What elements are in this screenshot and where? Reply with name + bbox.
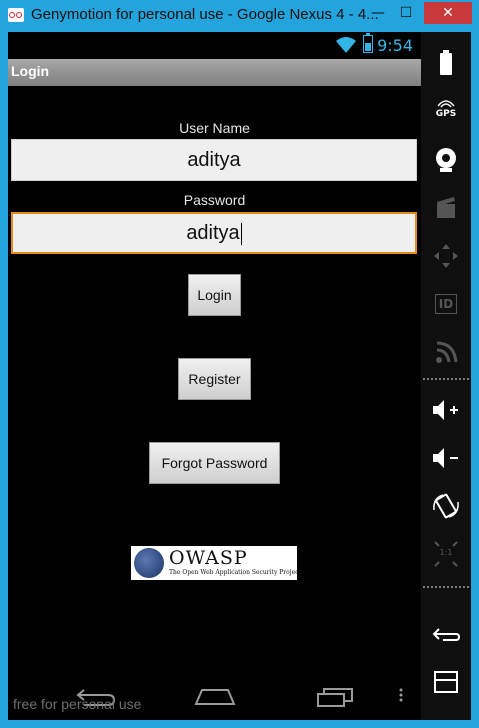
username-label: User Name	[179, 120, 250, 136]
owasp-emblem-icon	[134, 548, 164, 578]
device-id-widget[interactable]: ID	[421, 284, 471, 324]
camera-clapper-icon[interactable]	[421, 188, 471, 228]
register-button[interactable]: Register	[178, 358, 251, 400]
device-screen: 9:54 Login User Name aditya Password adi…	[8, 32, 421, 720]
owasp-logo-name: OWASP	[169, 547, 248, 569]
battery-icon	[363, 33, 373, 53]
sidebar-divider-2	[423, 586, 469, 588]
pixel-ratio-widget[interactable]: 1:1	[421, 534, 471, 574]
password-field[interactable]: aditya	[11, 212, 417, 254]
owasp-logo-tagline: The Open Web Application Security Projec…	[169, 569, 301, 576]
window-title-bar[interactable]: Genymotion for personal use - Google Nex…	[0, 0, 479, 32]
close-button[interactable]: ✕	[424, 2, 472, 24]
home-nav-icon[interactable]	[190, 680, 240, 710]
webcam-widget-icon[interactable]	[421, 140, 471, 180]
action-bar: Login	[8, 59, 421, 86]
window-title: Genymotion for personal use - Google Nex…	[31, 6, 379, 23]
rotate-screen-icon[interactable]	[421, 486, 471, 526]
overflow-menu-icon[interactable]	[386, 680, 416, 710]
volume-up-icon[interactable]	[421, 390, 471, 430]
recent-apps-nav-icon[interactable]	[310, 680, 360, 710]
personal-use-watermark: free for personal use	[13, 696, 142, 712]
owasp-logo: OWASP The Open Web Application Security …	[131, 546, 301, 580]
action-bar-title: Login	[11, 63, 50, 79]
text-cursor	[240, 222, 242, 245]
gps-label: GPS	[435, 109, 457, 119]
android-status-bar: 9:54	[8, 32, 421, 58]
password-value: aditya	[186, 222, 240, 244]
sidebar-divider	[423, 378, 469, 380]
username-value: aditya	[187, 149, 241, 171]
dpad-icon[interactable]	[421, 236, 471, 276]
status-time: 9:54	[377, 36, 413, 55]
menu-key-icon[interactable]	[421, 662, 471, 702]
rss-feed-icon[interactable]	[421, 332, 471, 372]
volume-down-icon[interactable]	[421, 438, 471, 478]
login-button[interactable]: Login	[188, 274, 241, 316]
id-label: ID	[435, 294, 457, 314]
username-field[interactable]: aditya	[11, 139, 417, 181]
back-key-icon[interactable]	[421, 614, 471, 654]
genymotion-sidebar: GPS ID 1:1	[421, 32, 471, 720]
window-frame-left	[0, 32, 8, 728]
gps-widget[interactable]: GPS	[421, 92, 471, 132]
minimize-button[interactable]: —	[364, 2, 392, 24]
wifi-icon	[336, 37, 356, 53]
forgot-password-button[interactable]: Forgot Password	[149, 442, 280, 484]
battery-widget-icon[interactable]	[421, 44, 471, 84]
window-frame-bottom	[0, 720, 479, 728]
window-frame-right	[471, 32, 479, 728]
maximize-button[interactable]: ☐	[392, 2, 420, 24]
password-label: Password	[183, 192, 246, 208]
genymotion-app-icon	[8, 8, 24, 22]
ratio-label: 1:1	[439, 548, 453, 557]
